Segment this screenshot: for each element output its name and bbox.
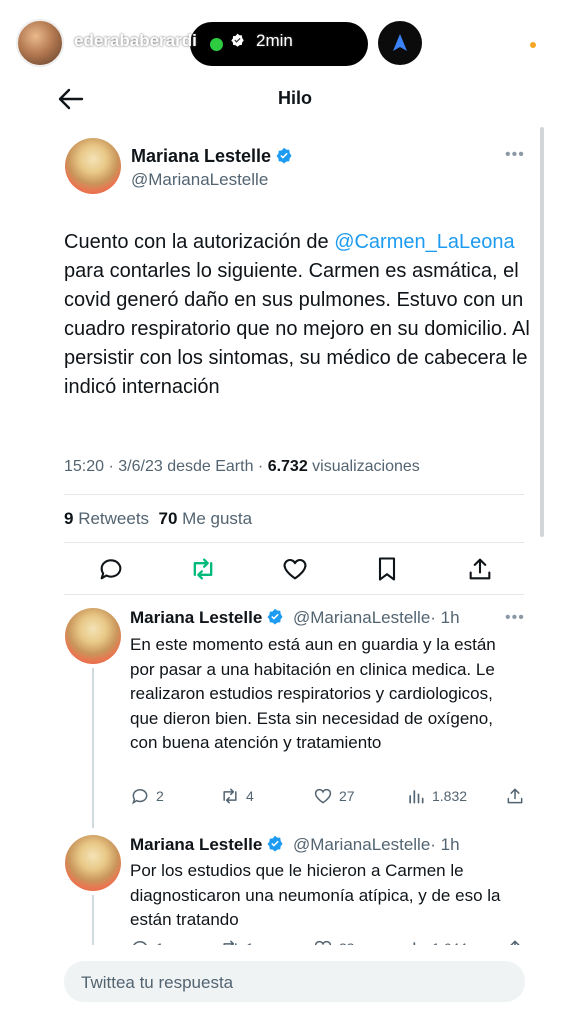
author-row: Mariana Lestelle bbox=[131, 146, 293, 167]
reply-composer[interactable] bbox=[64, 961, 525, 1004]
avatar[interactable] bbox=[65, 608, 121, 664]
views-count: 1.832 bbox=[432, 788, 468, 804]
retweet-icon[interactable] bbox=[189, 555, 217, 583]
share-icon[interactable] bbox=[466, 555, 494, 583]
author-name[interactable]: Mariana Lestelle bbox=[131, 146, 271, 166]
divider bbox=[64, 494, 524, 495]
author-name[interactable]: Mariana Lestelle bbox=[130, 835, 262, 854]
bookmark-icon[interactable] bbox=[373, 555, 401, 583]
reply-input[interactable] bbox=[79, 961, 503, 1004]
reply-age: · 1h bbox=[430, 835, 460, 854]
tweet-meta: 15:20 · 3/6/23 desde Earth · 6.732 visua… bbox=[64, 458, 420, 476]
composer-area bbox=[0, 945, 580, 961]
more-options-icon[interactable]: ••• bbox=[505, 146, 525, 164]
status-indicators-icon bbox=[442, 35, 501, 51]
views-count: 6.732 bbox=[267, 458, 308, 475]
likes-label[interactable]: Me gusta bbox=[177, 509, 252, 528]
like-button[interactable]: 27 bbox=[313, 786, 355, 806]
reply-header: Mariana Lestelle @MarianaLestelle· 1h bbox=[130, 608, 460, 628]
avatar[interactable] bbox=[65, 835, 121, 891]
reply-icon bbox=[132, 789, 148, 805]
close-icon[interactable] bbox=[537, 25, 567, 55]
views-label: visualizaciones bbox=[307, 458, 420, 475]
like-count: 27 bbox=[339, 788, 355, 804]
verified-badge-icon bbox=[267, 835, 283, 852]
verified-badge-icon bbox=[267, 608, 283, 625]
tweet-text-part: Cuento con la autorización de bbox=[64, 231, 335, 253]
divider bbox=[64, 594, 524, 595]
share-icon[interactable] bbox=[505, 786, 525, 806]
reply-age: · 1h bbox=[430, 608, 460, 627]
retweets-label[interactable]: Retweets bbox=[73, 509, 158, 528]
verified-badge-icon bbox=[231, 33, 244, 47]
likes-count[interactable]: 70 bbox=[159, 509, 178, 528]
mention-link[interactable]: @Carmen_LaLeona bbox=[334, 231, 514, 253]
views-button[interactable]: 1.832 bbox=[406, 786, 467, 806]
more-options-icon[interactable]: ••• bbox=[505, 609, 525, 627]
tweet-text: Cuento con la autorización de @Carmen_La… bbox=[64, 228, 534, 402]
like-icon[interactable] bbox=[281, 555, 309, 583]
reply-count: 2 bbox=[156, 788, 164, 804]
author-name[interactable]: Mariana Lestelle bbox=[130, 608, 262, 627]
scrollbar[interactable] bbox=[540, 127, 544, 537]
story-username[interactable]: ederababerardi bbox=[74, 31, 197, 51]
retweet-icon bbox=[223, 788, 237, 804]
author-handle[interactable]: @MarianaLestelle bbox=[293, 608, 430, 627]
like-icon bbox=[314, 788, 332, 804]
location-button[interactable] bbox=[378, 21, 422, 65]
retweet-button[interactable]: 4 bbox=[220, 786, 254, 806]
reply-text: Por los estudios que le hicieron a Carme… bbox=[130, 861, 501, 929]
story-header: ederababerardi 2min bbox=[0, 0, 580, 80]
author-handle[interactable]: @MarianaLestelle bbox=[131, 170, 268, 190]
thread-line bbox=[92, 668, 94, 828]
tweet-stats: 9 Retweets 70 Me gusta bbox=[64, 509, 252, 529]
story-avatar[interactable] bbox=[16, 19, 64, 67]
page-title: Hilo bbox=[278, 88, 312, 108]
divider bbox=[64, 542, 524, 543]
navigation-arrow-icon bbox=[393, 34, 407, 51]
views-icon bbox=[409, 790, 424, 804]
tweet-actions bbox=[64, 555, 524, 585]
avatar[interactable] bbox=[65, 138, 121, 194]
tweet-text-part: para contarles lo siguiente. Carmen es a… bbox=[64, 260, 530, 398]
thread-line bbox=[92, 895, 94, 950]
privacy-indicator-dot bbox=[530, 42, 536, 48]
call-indicator-icon bbox=[210, 38, 223, 51]
tweet-date[interactable]: 15:20 · 3/6/23 desde Earth · bbox=[64, 458, 268, 475]
reply-actions: 2 4 27 1.832 bbox=[130, 786, 530, 810]
story-time: 2min bbox=[256, 31, 293, 50]
retweet-count: 4 bbox=[246, 788, 254, 804]
author-handle[interactable]: @MarianaLestelle bbox=[293, 835, 430, 854]
reply-header: Mariana Lestelle @MarianaLestelle· 1h bbox=[130, 835, 460, 855]
reply-text: En este momento está aun en guardia y la… bbox=[130, 635, 496, 752]
verified-badge-icon bbox=[276, 147, 292, 164]
reply-button[interactable]: 2 bbox=[130, 786, 164, 806]
reply-icon[interactable] bbox=[97, 555, 125, 583]
